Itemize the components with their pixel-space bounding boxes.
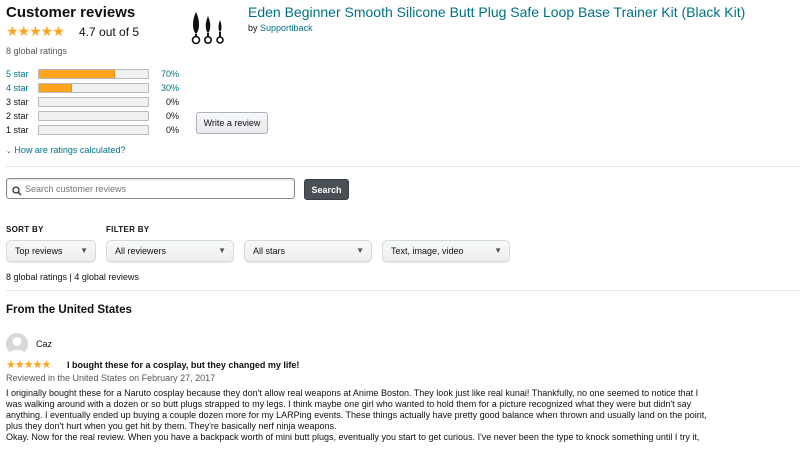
reviewers-dropdown[interactable]: All reviewers ▼ xyxy=(106,240,234,262)
histogram-bar-fill xyxy=(39,84,72,92)
review-line: plus they don't hurt when you get hit by… xyxy=(6,421,337,431)
histogram-percent[interactable]: 30% xyxy=(149,83,179,93)
chevron-down-icon: ▼ xyxy=(494,246,502,255)
star-rating-icon: ★★★★★ xyxy=(6,23,65,39)
review-body: I originally bought these for a Naruto c… xyxy=(6,388,796,443)
review-line: was walking around with a dozen or so bu… xyxy=(6,399,692,409)
review-line: Okay. Now for the real review. When you … xyxy=(6,432,700,442)
histogram-percent: 0% xyxy=(165,125,179,135)
histogram-percent: 0% xyxy=(165,97,179,107)
search-icon xyxy=(12,183,22,201)
histogram-percent[interactable]: 70% xyxy=(149,69,179,79)
histogram-label[interactable]: 4 star xyxy=(6,83,29,93)
sort-by-label: SORT BY xyxy=(6,225,44,234)
rating-stars: ★★★★★ xyxy=(6,23,65,41)
review-author[interactable]: Caz xyxy=(36,339,52,349)
reviews-heading: Customer reviews xyxy=(6,4,136,21)
histogram-bar xyxy=(38,97,149,107)
search-button[interactable]: Search xyxy=(304,179,349,200)
chevron-down-icon: ▼ xyxy=(80,246,88,255)
divider xyxy=(6,290,800,291)
review-line: I originally bought these for a Naruto c… xyxy=(6,388,699,398)
filter-by-label: FILTER BY xyxy=(106,225,150,234)
product-thumbnail-icon xyxy=(191,12,224,45)
histogram-label: 1 star xyxy=(6,125,29,135)
chevron-down-icon: ▼ xyxy=(218,246,226,255)
histogram-bar xyxy=(38,125,149,135)
review-meta: Reviewed in the United States on Februar… xyxy=(6,373,216,383)
review-line: anything. I eventually ended up buying a… xyxy=(6,410,707,420)
histogram-label[interactable]: 5 star xyxy=(6,69,29,79)
chevron-down-icon: ▼ xyxy=(356,246,364,255)
review-title[interactable]: I bought these for a cosplay, but they c… xyxy=(67,360,299,370)
histogram-bar-fill xyxy=(39,70,116,78)
divider xyxy=(6,166,800,167)
ratings-reviews-count: 8 global ratings | 4 global reviews xyxy=(6,272,139,282)
histogram-bar[interactable] xyxy=(38,83,149,93)
user-avatar-icon xyxy=(8,337,26,355)
media-dropdown[interactable]: Text, image, video ▼ xyxy=(382,240,510,262)
brand-link[interactable]: Supportiback xyxy=(260,23,313,33)
global-ratings-count: 8 global ratings xyxy=(6,46,68,56)
rating-text: 4.7 out of 5 xyxy=(79,25,140,39)
histogram-bar[interactable] xyxy=(38,69,149,79)
product-image[interactable] xyxy=(188,6,228,46)
review-stars-icon: ★★★★★ xyxy=(6,359,51,371)
sort-dropdown[interactable]: Top reviews ▼ xyxy=(6,240,96,262)
avatar[interactable] xyxy=(6,333,28,355)
product-title-link[interactable]: Eden Beginner Smooth Silicone Butt Plug … xyxy=(248,4,745,20)
histogram-label: 3 star xyxy=(6,97,29,107)
histogram-percent: 0% xyxy=(165,111,179,121)
search-input[interactable] xyxy=(25,179,290,198)
histogram-bar xyxy=(38,111,149,121)
chevron-down-icon: ⌄ xyxy=(6,148,12,155)
product-byline: by Supportiback xyxy=(248,23,313,33)
write-review-button[interactable]: Write a review xyxy=(196,112,268,134)
stars-dropdown[interactable]: All stars ▼ xyxy=(244,240,372,262)
how-ratings-calculated-link[interactable]: ⌄ How are ratings calculated? xyxy=(6,145,125,155)
section-title: From the United States xyxy=(6,304,132,316)
histogram-label: 2 star xyxy=(6,111,29,121)
search-box[interactable] xyxy=(6,178,295,199)
